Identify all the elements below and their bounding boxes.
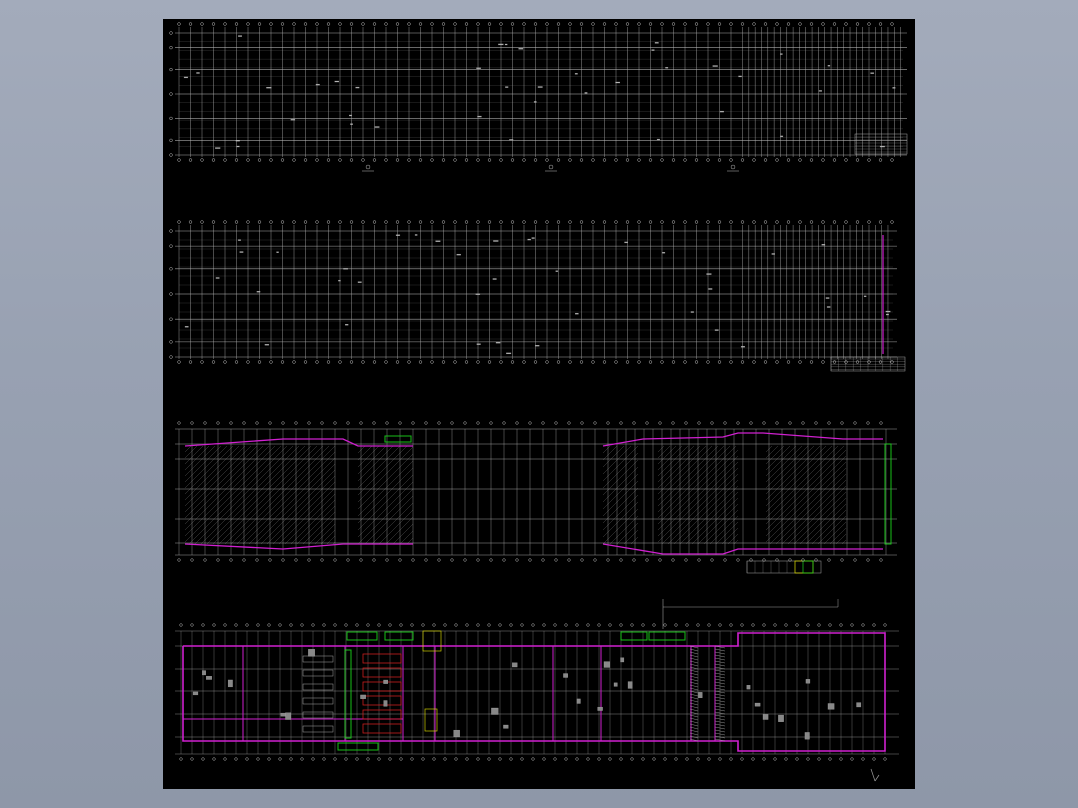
plan-1-structural-grid [169, 22, 908, 172]
drawing-sheet[interactable] [163, 19, 915, 789]
plan-3-zoned-plan [175, 421, 897, 574]
cad-drawing [169, 22, 908, 782]
plan-4-floor-layout [175, 623, 899, 782]
plan-2-structural-grid [169, 220, 906, 372]
leader-line [662, 599, 839, 629]
